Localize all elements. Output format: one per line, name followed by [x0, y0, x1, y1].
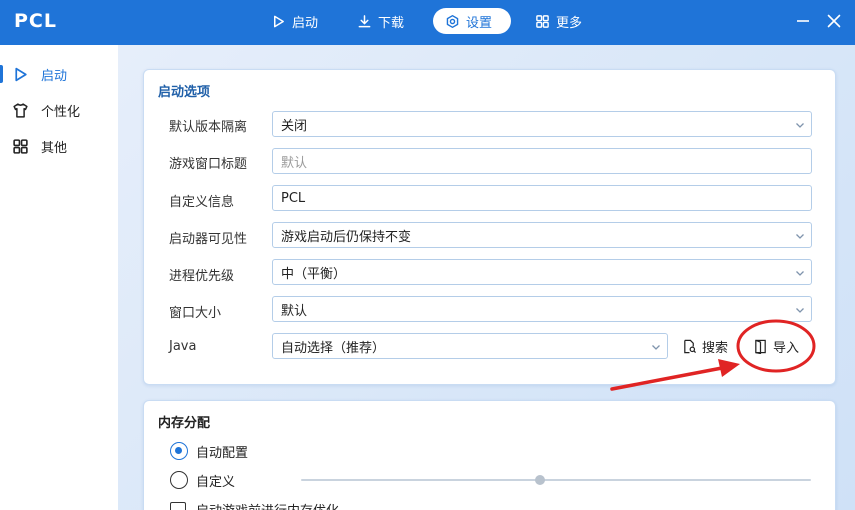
- window-title-input[interactable]: 默认: [272, 148, 812, 174]
- select-value: 默认: [281, 303, 308, 319]
- process-priority-label: 进程优先级: [169, 269, 235, 284]
- java-select[interactable]: 自动选择（推荐）: [272, 333, 668, 359]
- grid-icon: [13, 138, 28, 154]
- input-placeholder: 默认: [281, 155, 308, 171]
- close-icon: [827, 14, 841, 28]
- search-label: 搜索: [702, 340, 729, 356]
- door-icon: [755, 339, 766, 354]
- nav-launch-label: 启动: [292, 15, 319, 31]
- minimize-button[interactable]: [792, 10, 814, 32]
- select-value: 自动选择（推荐）: [281, 340, 386, 356]
- launcher-visibility-select[interactable]: 游戏启动后仍保持不变: [272, 222, 812, 248]
- card-title: 启动选项: [158, 85, 211, 100]
- card-title: 内存分配: [158, 416, 211, 431]
- sidebar-item-label: 个性化: [41, 104, 81, 120]
- nav-download-label: 下载: [378, 15, 405, 31]
- memory-optimize-checkbox[interactable]: [170, 502, 186, 510]
- memory-custom-label: 自定义: [196, 475, 236, 490]
- sidebar-item-other[interactable]: 其他: [0, 129, 118, 163]
- java-label: Java: [169, 339, 197, 354]
- sidebar-item-label: 其他: [41, 140, 68, 156]
- nav-settings-label: 设置: [466, 15, 493, 31]
- select-value: 中（平衡）: [281, 266, 347, 282]
- select-value: 游戏启动后仍保持不变: [281, 229, 412, 245]
- memory-card: 内存分配 自动配置 自定义 启动游戏前进行内存优化: [143, 400, 836, 510]
- nav-launch[interactable]: 启动: [259, 8, 330, 34]
- download-icon: [358, 14, 371, 27]
- minimize-icon: [797, 20, 809, 22]
- title-bar: PCL 启动 下载 设置 更多: [0, 0, 855, 45]
- sidebar: 启动 个性化 其他: [0, 45, 118, 510]
- window-size-select[interactable]: 默认: [272, 296, 812, 322]
- input-value: PCL: [281, 190, 306, 206]
- version-isolation-label: 默认版本隔离: [169, 120, 248, 135]
- shirt-icon: [13, 102, 28, 118]
- launch-options-card: 启动选项 默认版本隔离 关闭 游戏窗口标题 默认 自定义信息 PCL 启动器可见…: [143, 69, 836, 385]
- nav-settings[interactable]: 设置: [433, 8, 511, 34]
- import-label: 导入: [773, 340, 800, 356]
- nav-more-label: 更多: [556, 15, 583, 31]
- chevron-down-icon: [796, 271, 804, 276]
- grid-icon: [536, 14, 549, 28]
- memory-custom-radio[interactable]: [170, 471, 188, 489]
- sidebar-item-label: 启动: [41, 68, 68, 84]
- java-import-button[interactable]: 导入: [753, 333, 799, 359]
- play-icon: [15, 67, 27, 81]
- memory-slider-track[interactable]: [301, 479, 811, 481]
- chevron-down-icon: [796, 308, 804, 313]
- memory-auto-radio[interactable]: [170, 442, 188, 460]
- memory-optimize-label: 启动游戏前进行内存优化: [196, 500, 339, 510]
- sidebar-item-launch[interactable]: 启动: [0, 57, 118, 91]
- play-icon: [274, 15, 284, 27]
- gear-icon: [446, 14, 459, 28]
- memory-slider-thumb[interactable]: [535, 475, 545, 485]
- custom-info-label: 自定义信息: [169, 195, 235, 210]
- chevron-down-icon: [652, 345, 660, 350]
- app-title: PCL: [14, 10, 57, 32]
- select-value: 关闭: [281, 118, 308, 134]
- memory-auto-label: 自动配置: [196, 446, 249, 461]
- sidebar-item-personalize[interactable]: 个性化: [0, 93, 118, 127]
- window-size-label: 窗口大小: [169, 306, 222, 321]
- chevron-down-icon: [796, 123, 804, 128]
- java-search-button[interactable]: 搜索: [682, 333, 728, 359]
- nav-more[interactable]: 更多: [523, 8, 594, 34]
- process-priority-select[interactable]: 中（平衡）: [272, 259, 812, 285]
- close-button[interactable]: [823, 10, 845, 32]
- version-isolation-select[interactable]: 关闭: [272, 111, 812, 137]
- nav-download[interactable]: 下载: [345, 8, 416, 34]
- window-title-label: 游戏窗口标题: [169, 157, 248, 172]
- search-file-icon: [684, 339, 697, 353]
- chevron-down-icon: [796, 234, 804, 239]
- launcher-visibility-label: 启动器可见性: [169, 232, 248, 247]
- custom-info-input[interactable]: PCL: [272, 185, 812, 211]
